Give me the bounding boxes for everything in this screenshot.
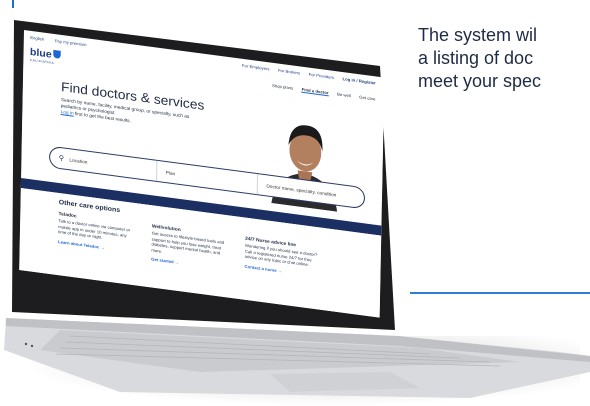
nurse-line-card: 24/7 Nurse advice line Wondering if you … [245, 236, 320, 279]
shield-icon [52, 49, 61, 59]
plan-placeholder: Plan [165, 169, 176, 176]
providers-link[interactable]: For Providers [309, 71, 335, 79]
teladoc-link[interactable]: Learn about Teladoc → [58, 239, 132, 254]
brokers-link[interactable]: For Brokers [278, 67, 300, 75]
nav-find-a-doctor[interactable]: Find a doctor [301, 86, 329, 97]
search-icon: ⚲ [58, 154, 65, 163]
hero-login-link[interactable]: Log in [61, 109, 74, 116]
teladoc-card: Teladoc Talk to a doctor online via comp… [58, 211, 133, 254]
laptop-screen: English Pay my premium For Employers For… [19, 30, 385, 318]
nav-get-care[interactable]: Get care [359, 94, 375, 102]
brand-logo[interactable]: blue CALIFORNIA [30, 47, 61, 65]
nav-shop-plans[interactable]: Shop plans [272, 83, 293, 92]
laptop-illustration: English Pay my premium For Employers For… [0, 0, 590, 406]
wellvolution-card: Wellvolution Get access to lifestyle-bas… [151, 223, 226, 271]
employers-link[interactable]: For Employers [242, 62, 270, 71]
pay-premium-link[interactable]: Pay my premium [55, 38, 87, 47]
nav-be-well[interactable]: Be well [337, 91, 351, 99]
wellvolution-link[interactable]: Get started → [151, 256, 225, 271]
login-register-link[interactable]: Log in / Register [343, 76, 376, 85]
language-selector[interactable]: English [30, 34, 44, 41]
query-placeholder: Doctor name, specialty, condition [266, 182, 337, 198]
location-placeholder: Location [69, 156, 88, 165]
